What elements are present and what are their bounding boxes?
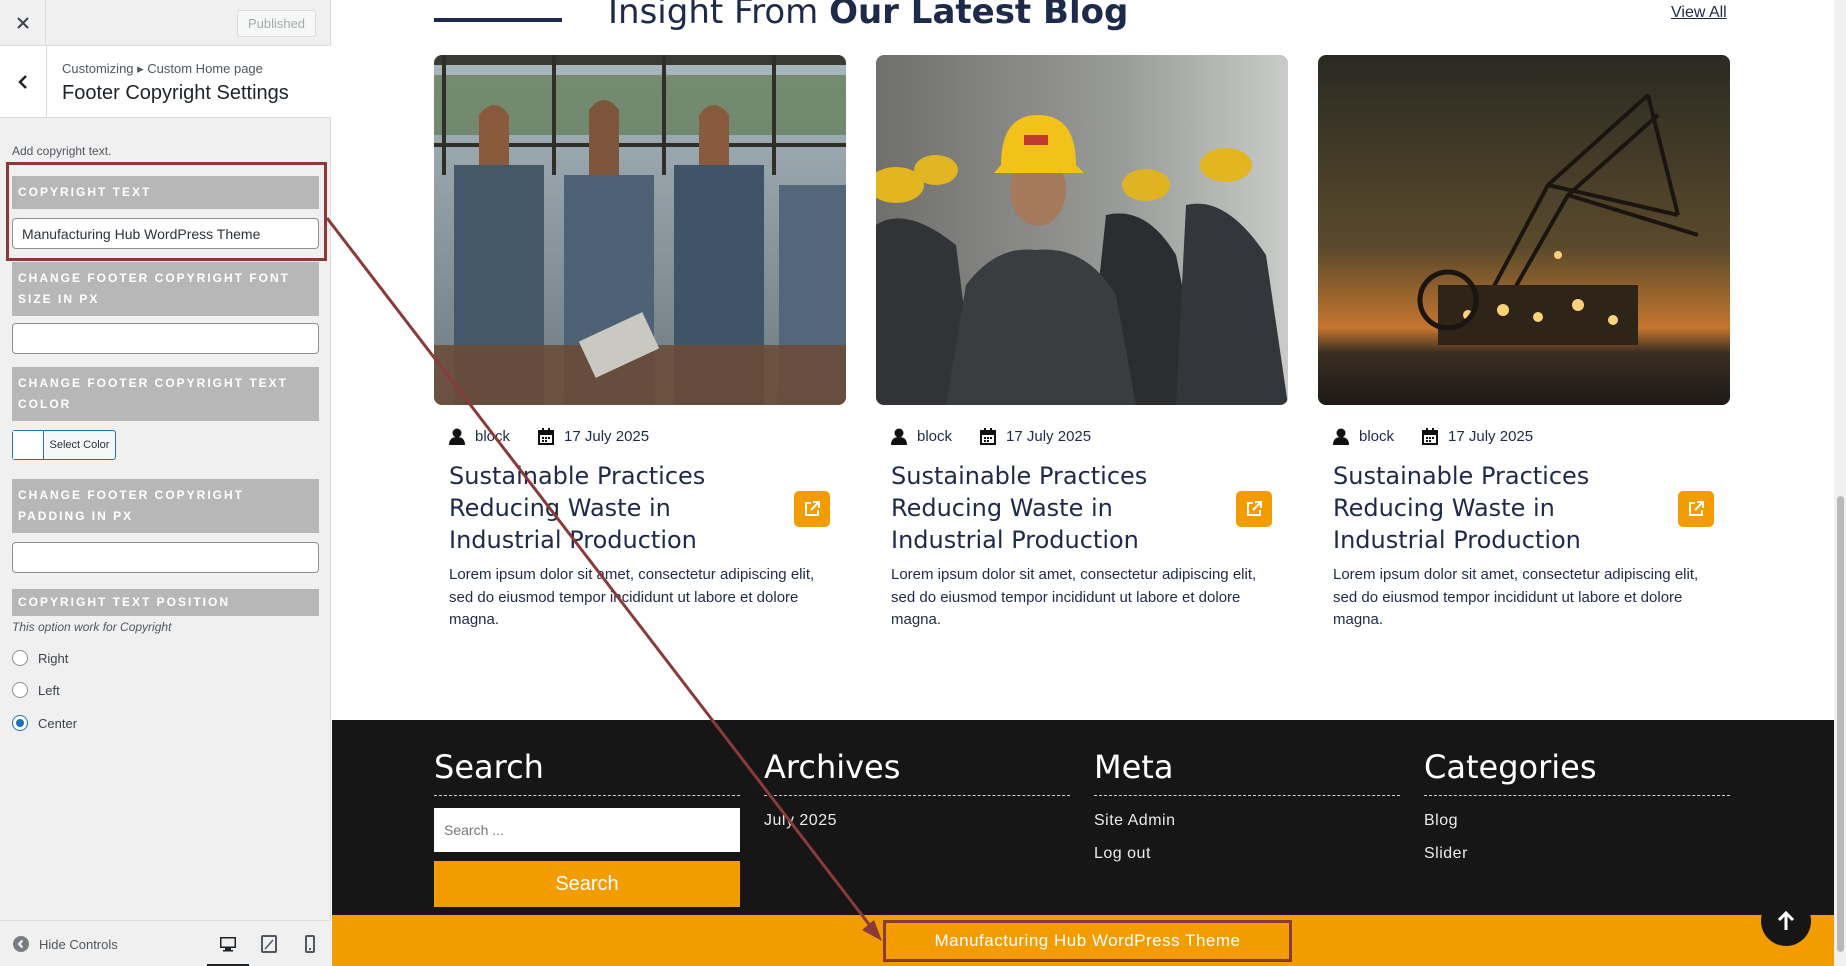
footer-search-widget: Search <box>434 748 740 796</box>
select-color-label: Select Color <box>49 439 110 451</box>
text-color-header: CHANGE FOOTER COPYRIGHT TEXT COLOR <box>12 367 319 421</box>
hide-controls-button[interactable]: Hide Controls <box>13 936 118 952</box>
section-description: Add copyright text. <box>12 144 112 158</box>
color-swatch <box>13 431 44 459</box>
post-date: 17 July 2025 <box>1006 428 1092 445</box>
post-excerpt: Lorem ipsum dolor sit amet, consectetur … <box>891 566 1257 628</box>
blog-card: block 17 July 2025 Sustainable Practices… <box>876 55 1288 635</box>
post-meta: block 17 July 2025 <box>449 428 649 445</box>
author-icon <box>1333 428 1349 445</box>
external-link-icon[interactable] <box>794 491 830 527</box>
site-footer: Search Search Archives July 2025 Meta Si… <box>332 720 1846 915</box>
scrollbar-thumb[interactable] <box>1837 496 1844 952</box>
calendar-icon <box>980 428 997 445</box>
tablet-icon[interactable] <box>259 934 279 954</box>
scroll-to-top-button[interactable] <box>1761 896 1811 946</box>
desktop-icon <box>220 937 236 952</box>
customizer-footer: Hide Controls <box>0 920 331 966</box>
blog-card: block 17 July 2025 Sustainable Practices… <box>434 55 846 635</box>
hide-controls-label: Hide Controls <box>39 936 118 952</box>
close-icon[interactable] <box>0 0 46 46</box>
category-link-slider[interactable]: Slider <box>1424 845 1730 862</box>
author-icon <box>449 428 465 445</box>
padding-header: CHANGE FOOTER COPYRIGHT PADDING IN PX <box>12 479 319 533</box>
blog-heading: Insight From Our Latest Blog <box>608 0 1128 32</box>
copyright-bar: Manufacturing Hub WordPress Theme <box>332 915 1846 966</box>
radio-right-label: Right <box>38 650 69 666</box>
post-title[interactable]: Sustainable Practices Reducing Waste in … <box>1333 460 1663 556</box>
radio-left[interactable]: Left <box>12 682 60 698</box>
footer-search-input[interactable] <box>434 808 740 852</box>
radio-left-label: Left <box>38 682 60 698</box>
section-header: Customizing ▸ Custom Home page Footer Co… <box>0 46 331 118</box>
post-excerpt: Lorem ipsum dolor sit amet, consectetur … <box>449 566 815 628</box>
radio-center-circle[interactable] <box>12 715 28 731</box>
radio-right[interactable]: Right <box>12 650 68 666</box>
post-title[interactable]: Sustainable Practices Reducing Waste in … <box>891 460 1221 556</box>
position-note: This option work for Copyright <box>12 620 172 634</box>
meta-link-log-out[interactable]: Log out <box>1094 845 1400 862</box>
blog-heading-bold: Our Latest Blog <box>829 0 1129 32</box>
calendar-icon <box>1422 428 1439 445</box>
radio-left-circle[interactable] <box>12 682 28 698</box>
footer-archives-widget: Archives July 2025 <box>764 748 1070 829</box>
post-author[interactable]: block <box>475 428 510 445</box>
post-meta: block 17 July 2025 <box>1333 428 1533 445</box>
position-header: COPYRIGHT TEXT POSITION <box>12 589 319 616</box>
radio-center-label: Center <box>38 715 78 731</box>
radio-center[interactable]: Center <box>12 715 77 731</box>
post-image-industrial-pipes[interactable] <box>434 55 846 405</box>
desktop-preview-tab[interactable] <box>207 921 249 966</box>
footer-search-heading: Search <box>434 748 740 796</box>
post-image-workers[interactable] <box>876 55 1288 405</box>
site-preview: Insight From Our Latest Blog View All bl… <box>332 0 1846 966</box>
copyright-text: Manufacturing Hub WordPress Theme <box>934 931 1241 950</box>
post-date: 17 July 2025 <box>1448 428 1534 445</box>
post-meta: block 17 July 2025 <box>891 428 1091 445</box>
post-title[interactable]: Sustainable Practices Reducing Waste in … <box>449 460 779 556</box>
customizer-sidebar: Published Customizing ▸ Custom Home page… <box>0 0 331 966</box>
footer-archives-heading: Archives <box>764 748 1070 796</box>
breadcrumb: Customizing ▸ Custom Home page <box>62 61 263 76</box>
back-arrow-icon[interactable] <box>0 46 47 118</box>
copyright-text-input[interactable] <box>12 218 319 249</box>
radio-right-circle[interactable] <box>12 650 28 666</box>
post-author[interactable]: block <box>1359 428 1394 445</box>
footer-categories-heading: Categories <box>1424 748 1730 796</box>
customizer-header-bar: Published <box>0 0 331 46</box>
publish-button[interactable]: Published <box>237 10 316 37</box>
post-date: 17 July 2025 <box>564 428 650 445</box>
blog-card: block 17 July 2025 Sustainable Practices… <box>1318 55 1730 635</box>
copyright-text-header: COPYRIGHT TEXT <box>12 176 319 209</box>
copyright-highlight-target: Manufacturing Hub WordPress Theme <box>883 920 1292 962</box>
font-size-header: CHANGE FOOTER COPYRIGHT FONT SIZE IN PX <box>12 262 319 316</box>
arrow-up-icon <box>1777 910 1795 930</box>
mobile-icon[interactable] <box>300 934 320 954</box>
section-title: Footer Copyright Settings <box>62 82 289 104</box>
select-color-button[interactable]: Select Color <box>12 430 116 460</box>
blog-heading-light: Insight From <box>608 0 830 32</box>
footer-meta-widget: Meta Site Admin Log out <box>1094 748 1400 862</box>
view-all-link[interactable]: View All <box>1671 4 1727 22</box>
post-author[interactable]: block <box>917 428 952 445</box>
author-icon <box>891 428 907 445</box>
external-link-icon[interactable] <box>1236 491 1272 527</box>
archive-link[interactable]: July 2025 <box>764 812 1070 829</box>
category-link-blog[interactable]: Blog <box>1424 812 1730 829</box>
footer-meta-heading: Meta <box>1094 748 1400 796</box>
footer-search-button[interactable]: Search <box>434 861 740 907</box>
padding-input[interactable] <box>12 542 319 573</box>
font-size-input[interactable] <box>12 323 319 354</box>
calendar-icon <box>538 428 555 445</box>
external-link-icon[interactable] <box>1678 491 1714 527</box>
hide-controls-icon <box>13 936 29 952</box>
meta-link-site-admin[interactable]: Site Admin <box>1094 812 1400 829</box>
footer-categories-widget: Categories Blog Slider <box>1424 748 1730 862</box>
preview-scrollbar[interactable] <box>1834 0 1846 966</box>
heading-rule <box>434 18 562 22</box>
post-image-excavator[interactable] <box>1318 55 1730 405</box>
post-excerpt: Lorem ipsum dolor sit amet, consectetur … <box>1333 566 1699 628</box>
